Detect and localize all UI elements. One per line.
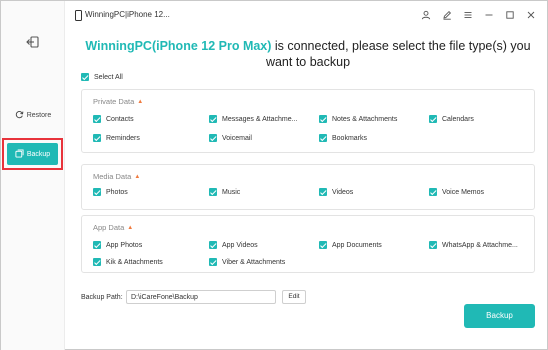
- backup-path-label: Backup Path:: [81, 294, 123, 301]
- window-controls: [420, 9, 537, 21]
- checkbox-checked-icon: [429, 115, 437, 123]
- checkbox-messages[interactable]: Messages & Attachme...: [209, 115, 297, 123]
- backup-button[interactable]: Backup: [464, 304, 535, 328]
- checkbox-kik[interactable]: Kik & Attachments: [93, 258, 163, 266]
- sidebar-item-restore[interactable]: Restore: [7, 105, 59, 125]
- group-title: Private Data ▲: [93, 97, 144, 106]
- checkbox-voice-memos[interactable]: Voice Memos: [429, 188, 484, 196]
- title-bar: WinningPC|iPhone 12...: [65, 1, 548, 29]
- checkbox-checked-icon: [319, 188, 327, 196]
- checkbox-voicemail[interactable]: Voicemail: [209, 134, 252, 142]
- edit-path-button[interactable]: Edit: [282, 290, 306, 304]
- checkbox-checked-icon: [319, 134, 327, 142]
- checkbox-checked-icon: [81, 73, 89, 81]
- checkbox-checked-icon: [429, 188, 437, 196]
- sidebar-item-label: Restore: [26, 111, 52, 119]
- group-media-data: Media Data ▲ Photos Music Videos Voice Me…: [81, 164, 535, 210]
- checkbox-checked-icon: [93, 188, 101, 196]
- restore-icon: [15, 110, 24, 121]
- device-icon: [75, 10, 82, 21]
- sidebar-item-backup-highlight: Backup: [2, 138, 63, 170]
- select-all-label: Select All: [94, 73, 123, 81]
- checkbox-checked-icon: [209, 258, 217, 266]
- checkbox-checked-icon: [93, 134, 101, 142]
- group-title: App Data ▲: [93, 223, 134, 232]
- maximize-icon[interactable]: [504, 9, 516, 21]
- checkbox-reminders[interactable]: Reminders: [93, 134, 140, 142]
- sidebar: Restore Backup: [1, 1, 65, 350]
- checkbox-app-videos[interactable]: App Videos: [209, 241, 258, 249]
- checkbox-checked-icon: [209, 188, 217, 196]
- menu-icon[interactable]: [462, 9, 474, 21]
- hot-icon: ▲: [137, 98, 144, 105]
- device-title: WinningPC|iPhone 12...: [85, 10, 170, 19]
- group-title: Media Data ▲: [93, 172, 141, 181]
- checkbox-contacts[interactable]: Contacts: [93, 115, 134, 123]
- checkbox-checked-icon: [429, 241, 437, 249]
- app-window: Restore Backup WinningPC|iPhone 12... Wi…: [0, 0, 548, 350]
- checkbox-music[interactable]: Music: [209, 188, 240, 196]
- checkbox-checked-icon: [93, 241, 101, 249]
- heading-text: is connected, please select the file typ…: [265, 39, 531, 69]
- checkbox-videos[interactable]: Videos: [319, 188, 353, 196]
- checkbox-checked-icon: [93, 258, 101, 266]
- checkbox-app-photos[interactable]: App Photos: [93, 241, 142, 249]
- checkbox-notes[interactable]: Notes & Attachments: [319, 115, 397, 123]
- backup-path-field[interactable]: D:\iCareFone\Backup: [126, 290, 276, 304]
- group-private-data: Private Data ▲ Contacts Messages & Attach…: [81, 89, 535, 153]
- checkbox-checked-icon: [209, 134, 217, 142]
- select-all-checkbox[interactable]: Select All: [81, 73, 123, 81]
- checkbox-checked-icon: [209, 241, 217, 249]
- close-icon[interactable]: [525, 9, 537, 21]
- back-icon[interactable]: [25, 34, 41, 50]
- backup-icon: [15, 148, 24, 160]
- device-name-highlight: WinningPC(iPhone 12 Pro Max): [85, 39, 272, 53]
- edit-icon[interactable]: [441, 9, 453, 21]
- sidebar-item-label: Backup: [26, 150, 51, 158]
- checkbox-whatsapp[interactable]: WhatsApp & Attachme...: [429, 241, 518, 249]
- checkbox-viber[interactable]: Viber & Attachments: [209, 258, 285, 266]
- checkbox-bookmarks[interactable]: Bookmarks: [319, 134, 367, 142]
- checkbox-checked-icon: [319, 241, 327, 249]
- checkbox-checked-icon: [319, 115, 327, 123]
- group-app-data: App Data ▲ App Photos App Videos App Docu…: [81, 215, 535, 273]
- user-icon[interactable]: [420, 9, 432, 21]
- page-title: WinningPC(iPhone 12 Pro Max) is connecte…: [81, 38, 535, 70]
- minimize-icon[interactable]: [483, 9, 495, 21]
- sidebar-item-backup[interactable]: Backup: [7, 143, 58, 165]
- checkbox-checked-icon: [93, 115, 101, 123]
- hot-icon: ▲: [127, 224, 134, 231]
- checkbox-checked-icon: [209, 115, 217, 123]
- hot-icon: ▲: [134, 173, 141, 180]
- checkbox-calendars[interactable]: Calendars: [429, 115, 474, 123]
- checkbox-photos[interactable]: Photos: [93, 188, 128, 196]
- checkbox-app-documents[interactable]: App Documents: [319, 241, 382, 249]
